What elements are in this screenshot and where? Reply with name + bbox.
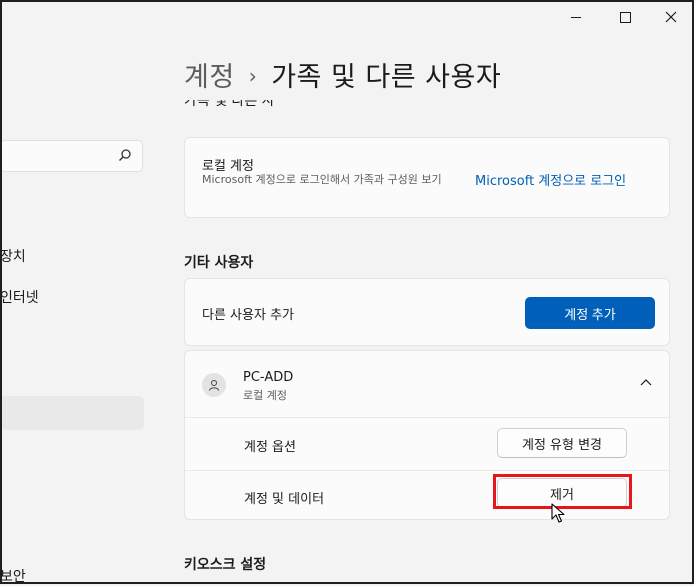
account-data-label: 계정 및 데이터: [244, 492, 325, 507]
user-card-header[interactable]: PC-ADD 로컬 계정: [185, 351, 669, 418]
close-button[interactable]: [648, 2, 694, 32]
maximize-icon: [619, 11, 631, 23]
other-users-heading: 기타 사용자: [184, 255, 254, 271]
breadcrumb: 계정 › 가족 및 다른 사용자: [184, 55, 501, 94]
user-name: PC-ADD: [243, 370, 294, 385]
search-icon: [119, 149, 131, 161]
sidebar-item-security[interactable]: 보안: [0, 566, 26, 586]
chevron-up-icon[interactable]: [639, 376, 653, 390]
breadcrumb-parent[interactable]: 계정: [184, 62, 235, 93]
add-account-button[interactable]: 계정 추가: [525, 297, 655, 329]
sidebar-item-devices[interactable]: 장치: [0, 246, 26, 266]
close-icon: [665, 11, 677, 23]
scrolled-heading: 가족 및 다른 사: [184, 100, 275, 108]
person-icon: [209, 380, 219, 391]
account-options-row: 계정 옵션 계정 유형 변경: [185, 418, 669, 471]
user-account-type: 로컬 계정: [243, 389, 287, 402]
sidebar-item-label: 장치: [0, 249, 26, 265]
breadcrumb-separator-icon: ›: [248, 64, 258, 88]
local-account-card: 로컬 계정 Microsoft 계정으로 로그인해서 가족과 구성원 보기 Mi…: [184, 137, 670, 218]
sidebar-item-accounts[interactable]: [0, 396, 144, 430]
sidebar-item-label: 인터넷: [0, 290, 39, 306]
add-user-label: 다른 사용자 추가: [202, 308, 294, 323]
cursor-icon: [551, 503, 565, 523]
sidebar-item-label: 보안: [0, 569, 26, 585]
microsoft-signin-link[interactable]: Microsoft 계정으로 로그인: [475, 170, 626, 189]
sidebar-item-network[interactable]: 인터넷: [0, 287, 39, 307]
maximize-button[interactable]: [602, 2, 648, 32]
add-user-card: 다른 사용자 추가 계정 추가: [184, 278, 670, 346]
kiosk-heading: 키오스크 설정: [184, 557, 267, 573]
local-account-description: Microsoft 계정으로 로그인해서 가족과 구성원 보기: [202, 173, 442, 186]
minimize-button[interactable]: [553, 2, 599, 32]
search-input[interactable]: [0, 140, 143, 172]
change-account-type-button[interactable]: 계정 유형 변경: [497, 428, 627, 458]
avatar: [202, 373, 226, 397]
page-title: 가족 및 다른 사용자: [271, 62, 502, 93]
minimize-icon: [571, 16, 581, 18]
account-options-label: 계정 옵션: [244, 440, 296, 455]
